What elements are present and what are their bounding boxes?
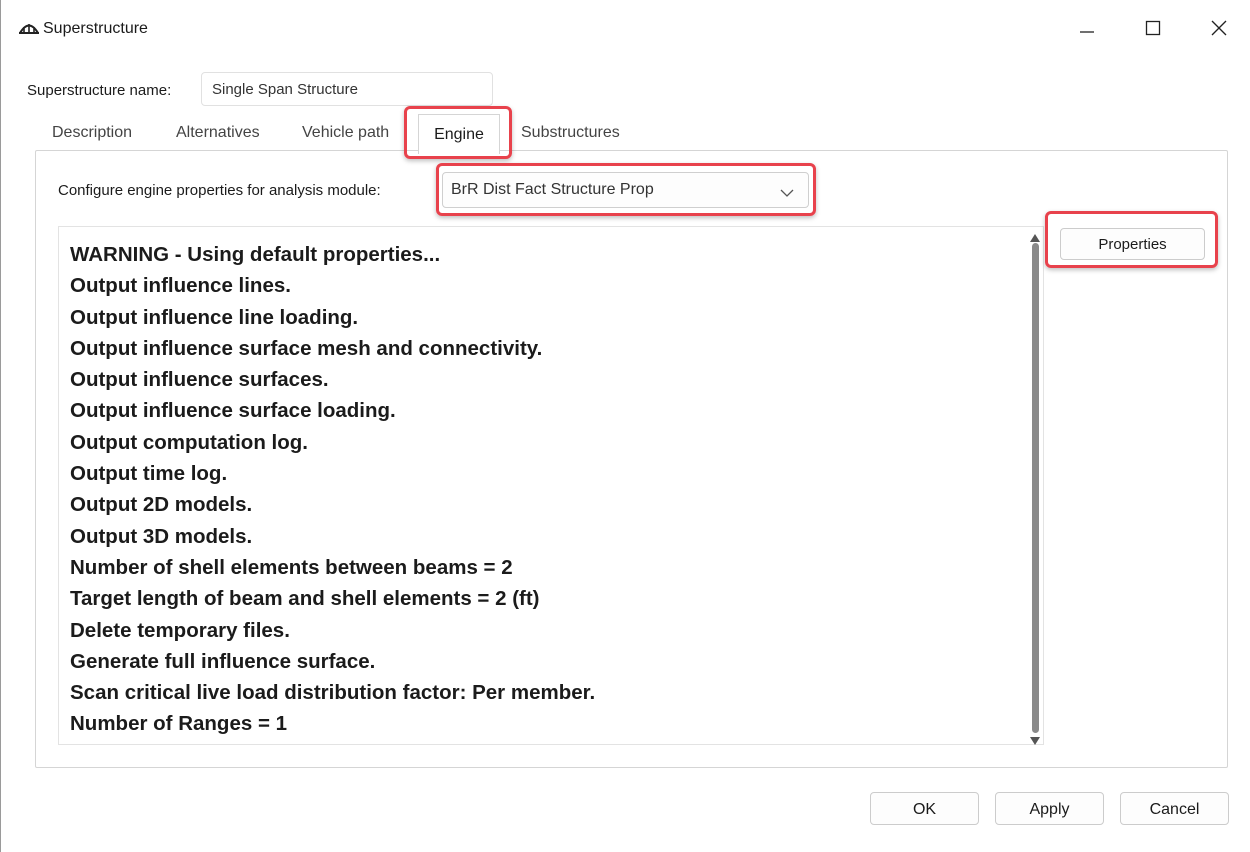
output-line: Output influence surface mesh and connec… <box>70 336 543 360</box>
chevron-down-icon <box>780 185 794 203</box>
maximize-icon <box>1145 20 1161 36</box>
output-line: Output time log. <box>70 462 228 486</box>
close-button[interactable] <box>1204 14 1234 42</box>
tab-substructures[interactable]: Substructures <box>521 124 620 142</box>
output-line: Number of Ranges = 1 <box>70 712 288 736</box>
analysis-module-select[interactable]: BrR Dist Fact Structure Prop <box>442 172 809 208</box>
tab-engine[interactable]: Engine <box>418 114 500 154</box>
output-scrollbar-thumb[interactable] <box>1032 243 1039 733</box>
scroll-down-arrow-icon[interactable] <box>1029 733 1041 751</box>
output-line: Output 2D models. <box>70 493 253 517</box>
window-title: Superstructure <box>43 20 148 37</box>
bridge-arch-icon <box>19 20 39 36</box>
output-line: WARNING - Using default properties... <box>70 243 441 266</box>
output-line: Output 3D models. <box>70 524 253 548</box>
minimize-icon <box>1080 31 1094 33</box>
engine-properties-output[interactable]: WARNING - Using default properties... Ou… <box>58 226 1044 745</box>
superstructure-name-input[interactable] <box>201 72 493 106</box>
output-line: Output influence lines. <box>70 274 291 298</box>
output-line: Output computation log. <box>70 430 308 454</box>
output-line: Number of shell elements between beams =… <box>70 555 513 579</box>
configure-engine-label: Configure engine properties for analysis… <box>58 182 381 199</box>
properties-button[interactable]: Properties <box>1060 228 1205 260</box>
ok-button[interactable]: OK <box>870 792 979 825</box>
title-bar[interactable]: Superstructure <box>1 0 1250 56</box>
apply-button[interactable]: Apply <box>995 792 1104 825</box>
output-line: Output influence line loading. <box>70 305 359 329</box>
maximize-button[interactable] <box>1138 14 1168 42</box>
output-line: Output influence surfaces. <box>70 368 329 392</box>
close-icon <box>1211 20 1227 36</box>
cancel-button[interactable]: Cancel <box>1120 792 1229 825</box>
tab-alternatives[interactable]: Alternatives <box>176 124 260 142</box>
output-line: Generate full influence surface. <box>70 649 376 673</box>
output-line: Target length of beam and shell elements… <box>70 587 540 611</box>
analysis-module-value: BrR Dist Fact Structure Prop <box>451 181 654 198</box>
output-line: Scan critical live load distribution fac… <box>70 681 596 705</box>
tab-description[interactable]: Description <box>52 124 132 142</box>
output-line: Delete temporary files. <box>70 618 290 642</box>
output-lines-list: WARNING - Using default properties... Ou… <box>70 239 595 740</box>
tab-vehicle-path[interactable]: Vehicle path <box>302 124 389 142</box>
minimize-button[interactable] <box>1072 14 1102 42</box>
superstructure-name-label: Superstructure name: <box>27 82 172 99</box>
superstructure-dialog: Superstructure Superstructure name: Desc… <box>0 0 1250 852</box>
output-line: Output influence surface loading. <box>70 399 396 423</box>
